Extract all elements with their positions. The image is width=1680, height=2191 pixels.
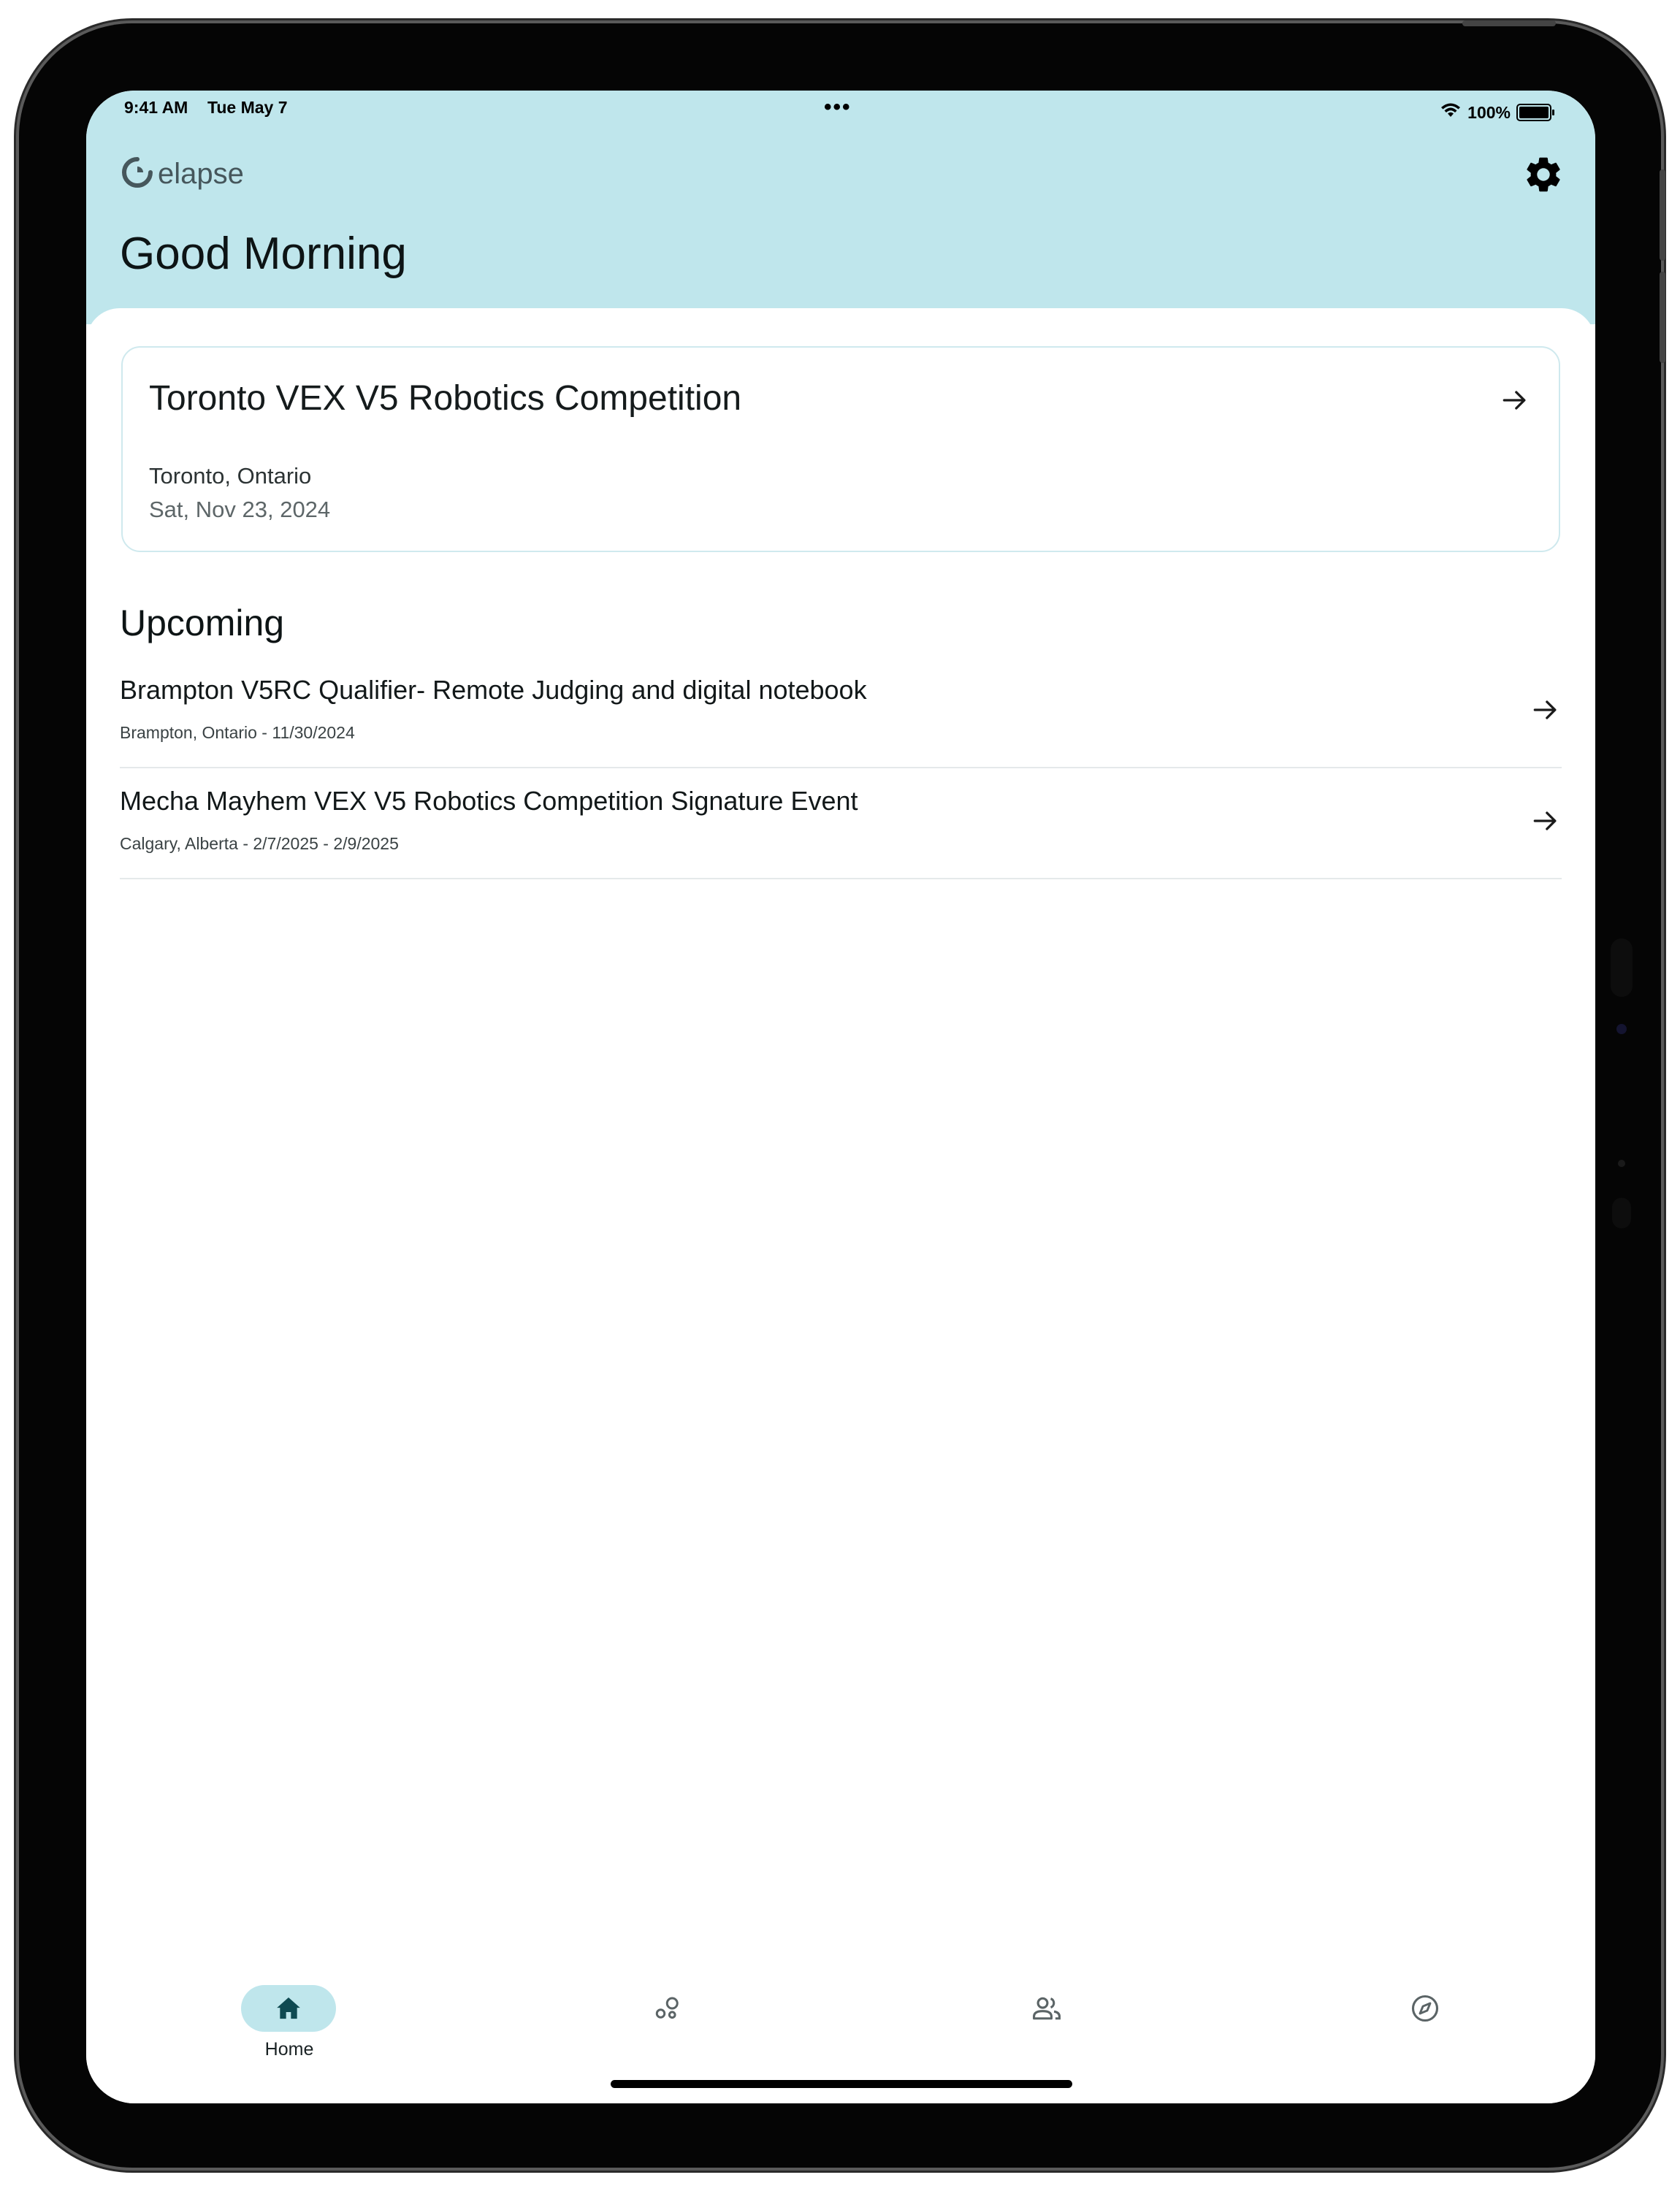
main-content (86, 308, 1595, 2103)
bottom-navigation: Home (86, 1968, 1595, 2077)
status-right-group: 100% (1440, 98, 1554, 127)
teams-icon (1033, 1997, 1061, 2020)
battery-icon (1516, 104, 1554, 121)
logo-text: elapse (158, 158, 244, 190)
gear-icon (1527, 157, 1560, 192)
arrow-right-icon (1533, 811, 1557, 830)
featured-event-card[interactable]: Toronto VEX V5 Robotics Competition Toro… (121, 346, 1560, 552)
upcoming-event-item[interactable]: Mecha Mayhem VEX V5 Robotics Competition… (120, 770, 1562, 879)
upcoming-section-title: Upcoming (120, 603, 285, 643)
status-date: Tue May 7 (207, 98, 288, 117)
arrow-right-icon (1533, 700, 1557, 719)
greeting-title: Good Morning (120, 229, 407, 279)
volume-up-button (1660, 169, 1665, 261)
nav-item-explore[interactable] (1353, 1968, 1499, 2062)
battery-percent: 100% (1467, 102, 1511, 122)
app-logo: elapse (121, 156, 244, 192)
arrow-right-icon (1503, 391, 1526, 410)
home-icon (277, 1997, 300, 2019)
nav-item-skills[interactable] (596, 1968, 742, 2062)
upcoming-event-title: Mecha Mayhem VEX V5 Robotics Competition… (120, 786, 858, 816)
nav-item-home[interactable]: Home (216, 1968, 362, 2062)
home-indicator[interactable] (611, 2080, 1072, 2088)
camera-housing (1611, 938, 1633, 997)
multitasking-dots[interactable]: ••• (824, 95, 852, 124)
upcoming-event-meta: Calgary, Alberta - 2/7/2025 - 2/9/2025 (120, 834, 399, 853)
header-background (86, 91, 1595, 324)
nav-active-indicator (241, 1985, 336, 2032)
nav-item-teams[interactable] (974, 1968, 1120, 2062)
volume-down-button (1660, 272, 1665, 363)
sensor-dot (1618, 1160, 1625, 1167)
skills-icon (655, 1997, 679, 2019)
upcoming-event-title: Brampton V5RC Qualifier- Remote Judging … (120, 675, 867, 705)
settings-button[interactable] (1522, 153, 1565, 196)
event-location: Toronto, Ontario (149, 463, 312, 489)
wifi-icon (1440, 102, 1462, 123)
app-screen: 9:41 AM Tue May 7 ••• 100% elapse Good M… (86, 91, 1595, 2103)
status-time: 9:41 AM (124, 98, 188, 117)
sensor-housing (1612, 1198, 1631, 1228)
upcoming-event-meta: Brampton, Ontario - 11/30/2024 (120, 723, 355, 742)
event-title: Toronto VEX V5 Robotics Competition (149, 379, 742, 418)
upcoming-event-item[interactable]: Brampton V5RC Qualifier- Remote Judging … (120, 659, 1562, 768)
compass-icon (1411, 1995, 1439, 2022)
nav-label-home: Home (264, 2039, 314, 2060)
camera-lens (1616, 1024, 1627, 1034)
event-date: Sat, Nov 23, 2024 (149, 497, 331, 522)
elapse-logo-icon (121, 156, 153, 192)
top-button (1462, 20, 1556, 26)
